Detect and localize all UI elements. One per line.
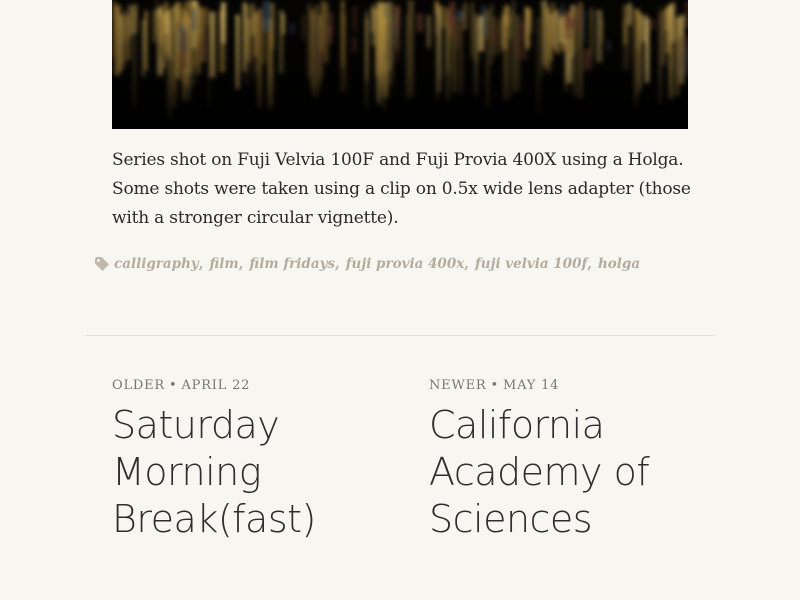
tag-link[interactable]: film bbox=[209, 256, 238, 272]
older-post-meta: OLDER • APRIL 22 bbox=[112, 376, 412, 396]
tag-separator: , bbox=[238, 256, 244, 272]
tag-separator: , bbox=[464, 256, 469, 272]
tag-link[interactable]: holga bbox=[598, 256, 640, 272]
tag-separator: , bbox=[335, 256, 340, 272]
newer-post-meta: NEWER • MAY 14 bbox=[429, 376, 729, 396]
newer-post-title[interactable]: California Academy of Sciences bbox=[429, 402, 709, 543]
tag-link[interactable]: fuji velvia 100f bbox=[475, 256, 587, 272]
tag-list: calligraphy, film, film fridays, fuji provi… bbox=[94, 252, 714, 276]
meta-separator: • bbox=[490, 378, 499, 393]
older-label: OLDER bbox=[112, 378, 165, 393]
post-caption: Series shot on Fuji Velvia 100F and Fuji… bbox=[112, 150, 691, 228]
newer-post-link[interactable]: NEWER • MAY 14 California Academy of Scien… bbox=[429, 376, 729, 543]
meta-separator: • bbox=[169, 378, 178, 393]
post-photo bbox=[112, 0, 688, 129]
newer-label: NEWER bbox=[429, 378, 487, 393]
section-divider bbox=[86, 335, 715, 336]
older-post-title[interactable]: Saturday Morning Break(fast) bbox=[112, 402, 392, 543]
older-post-link[interactable]: OLDER • APRIL 22 Saturday Morning Break(fa… bbox=[112, 376, 412, 543]
tags-container: calligraphy, film, film fridays, fuji provi… bbox=[114, 256, 640, 272]
tag-link[interactable]: fuji provia 400x bbox=[346, 256, 465, 272]
older-date: APRIL 22 bbox=[181, 378, 251, 393]
tag-link[interactable]: film fridays bbox=[249, 256, 335, 272]
tag-separator: , bbox=[198, 256, 204, 272]
tag-icon bbox=[95, 257, 109, 271]
tag-separator: , bbox=[587, 256, 592, 272]
tag-link[interactable]: calligraphy bbox=[114, 256, 199, 272]
night-reflection-image bbox=[112, 0, 688, 129]
newer-date: MAY 14 bbox=[502, 378, 560, 393]
